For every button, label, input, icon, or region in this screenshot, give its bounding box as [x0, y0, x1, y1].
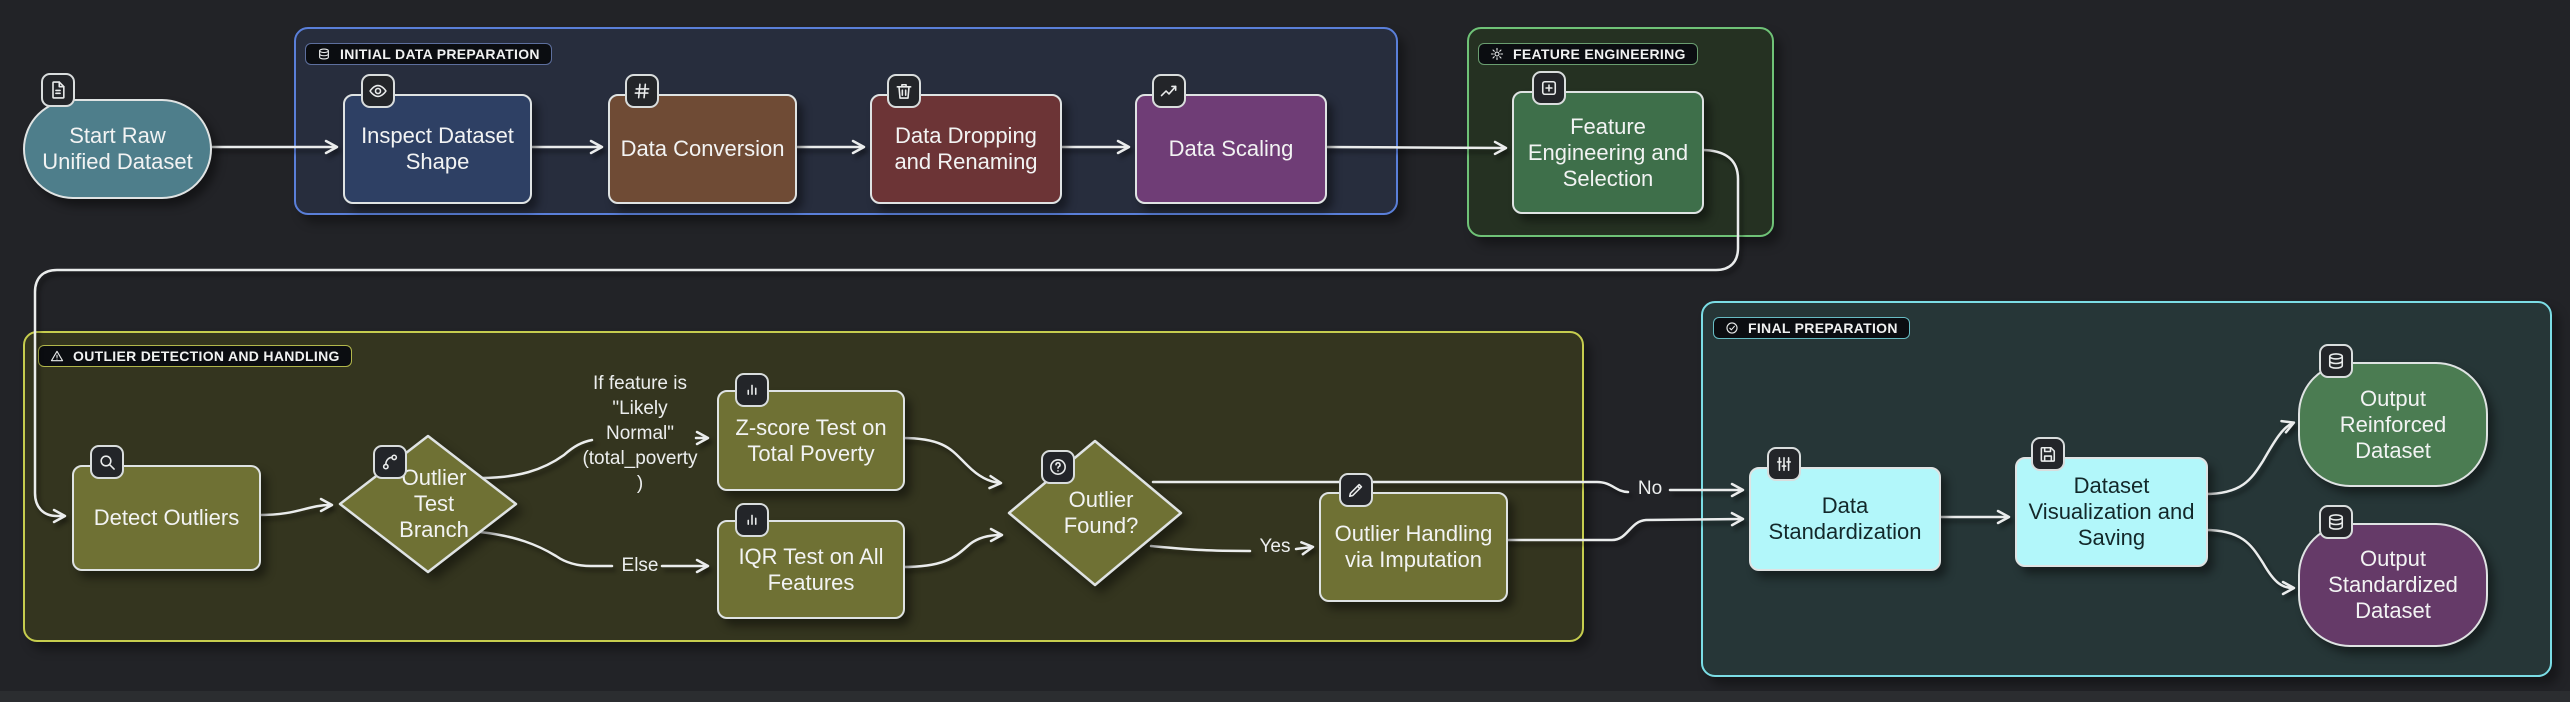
hash-icon [634, 83, 650, 99]
branch-icon [382, 454, 398, 470]
node-badge-detect [90, 445, 124, 479]
node-label: Dataset Visualization and Saving [2028, 473, 2195, 550]
node-label: IQR Test on All Features [738, 543, 884, 595]
flowchart-canvas: INITIAL DATA PREPARATION FEATURE ENGINEER… [0, 0, 2570, 702]
eye-icon [369, 84, 387, 98]
node-label: Feature Engineering and Selection [1527, 113, 1689, 191]
edge-imputation-standardization [1503, 511, 1745, 542]
edge-iqr-found [900, 527, 1004, 569]
node-scaling: Data Scaling [1135, 74, 1327, 204]
node-branch: Outlier Test Branch [338, 434, 518, 574]
pencil-icon [1348, 483, 1363, 498]
node-badge-dropping [887, 74, 921, 108]
node-start: Start Raw Unified Dataset [23, 73, 212, 199]
bar-chart-icon [747, 514, 757, 525]
node-out_standardized: Output Standardized Dataset [2298, 505, 2488, 647]
edge-zscore-found [900, 436, 1003, 490]
edge-scaling-feature [1322, 140, 1508, 156]
node-inspect: Inspect Dataset Shape [343, 74, 532, 204]
edge-label-branch-iqr: Else [621, 555, 659, 576]
node-badge-inspect [361, 74, 395, 108]
node-label: Detect Outliers [93, 505, 240, 530]
node-zscore: Z-score Test on Total Poverty [717, 373, 905, 491]
node-out_reinforced: Output Reinforced Dataset [2298, 344, 2488, 487]
node-badge-zscore [735, 373, 769, 407]
node-label: Start Raw Unified Dataset [42, 123, 193, 174]
edge-label-found-imputation: Yes [1259, 536, 1291, 557]
sliders-icon [1776, 456, 1792, 472]
node-dropping: Data Dropping and Renaming [870, 74, 1062, 204]
node-label: Output Standardized Dataset [2328, 546, 2458, 623]
node-label: Data Dropping and Renaming [894, 123, 1038, 174]
node-badge-iqr [735, 503, 769, 537]
save-icon [2040, 446, 2056, 462]
node-detect: Detect Outliers [72, 445, 261, 571]
node-badge-standardization [1767, 447, 1801, 481]
node-badge-conversion [625, 74, 659, 108]
node-label: Outlier Handling via Imputation [1334, 521, 1493, 572]
node-iqr: IQR Test on All Features [717, 503, 905, 619]
edge-label-found-standardization: No [1637, 478, 1663, 499]
node-badge-branch [373, 445, 407, 479]
node-badge-start [41, 73, 75, 107]
trash-icon [896, 83, 912, 99]
node-standardization: Data Standardization [1749, 447, 1941, 571]
search-icon [100, 455, 115, 470]
node-badge-viz [2031, 437, 2065, 471]
node-label: Inspect Dataset Shape [361, 123, 514, 174]
node-label: Data Conversion [620, 136, 785, 161]
edge-viz-out_reinforced [2203, 419, 2296, 496]
node-label: Data Scaling [1168, 136, 1294, 161]
edge-detect-branch [256, 497, 334, 517]
node-badge-out_standardized [2319, 505, 2353, 539]
node-badge-scaling [1152, 74, 1186, 108]
edge-label-branch-zscore: If feature is "Likely Normal" (total_pov… [582, 373, 698, 494]
file-icon [52, 81, 65, 99]
node-badge-found [1041, 450, 1075, 484]
window-bottom-edge [0, 691, 2570, 702]
edge-viz-out_standardized [2203, 528, 2296, 596]
node-badge-feature [1532, 71, 1566, 105]
node-conversion: Data Conversion [608, 74, 797, 204]
node-badge-imputation [1339, 473, 1373, 507]
node-label: Outlier Found? [1063, 487, 1139, 538]
node-imputation: Outlier Handling via Imputation [1319, 473, 1508, 602]
node-label: Output Reinforced Dataset [2339, 385, 2447, 463]
trend-up-icon [1160, 85, 1177, 97]
node-badge-out_reinforced [2319, 344, 2353, 378]
node-label: Outlier Test Branch [399, 465, 469, 542]
node-label: Data Standardization [1768, 493, 1922, 544]
database-icon [2328, 353, 2344, 369]
node-label: Z-score Test on Total Poverty [735, 414, 887, 466]
node-found: Outlier Found? [1007, 439, 1183, 587]
node-viz: Dataset Visualization and Saving [2015, 437, 2208, 567]
plus-square-icon [1541, 80, 1557, 96]
node-feature: Feature Engineering and Selection [1512, 71, 1704, 214]
bar-chart-icon [747, 384, 757, 395]
help-icon [1050, 459, 1066, 475]
database-icon [2328, 514, 2344, 530]
